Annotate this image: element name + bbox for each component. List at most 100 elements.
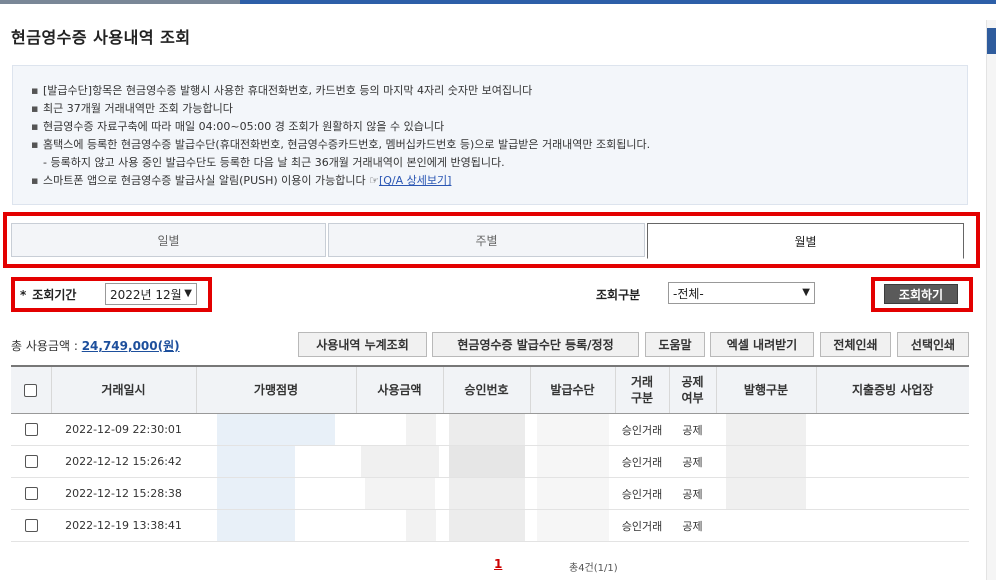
redacted-block — [405, 510, 436, 541]
result-count: 총4건(1/1) — [569, 563, 618, 574]
table-row: 2022-12-12 15:26:42 승인거래 공제 — [11, 445, 969, 478]
cell-method — [530, 477, 615, 510]
row-checkbox[interactable] — [24, 423, 38, 437]
redacted-block — [536, 478, 609, 509]
redacted-block — [217, 414, 335, 445]
redacted-block — [448, 414, 525, 445]
cell-amount — [356, 509, 443, 542]
print-selected-button[interactable]: 선택인쇄 — [897, 332, 969, 357]
tab-label: 일별 — [157, 233, 180, 248]
period-label-text: 조회기간 — [32, 288, 77, 302]
print-all-button[interactable]: 전체인쇄 — [820, 332, 891, 357]
transactions-table: 거래일시 가맹점명 사용금액 승인번호 발급수단 거래 구분 공제 여부 발행구… — [11, 365, 969, 542]
cell-approval — [443, 509, 530, 542]
search-button[interactable]: 조회하기 — [884, 284, 958, 304]
cell-type: 승인거래 — [615, 477, 669, 510]
page-1-link[interactable]: 1 — [494, 557, 502, 571]
cell-merchant — [196, 477, 356, 510]
type-select[interactable]: -전체- ▼ — [668, 282, 815, 304]
total-amount-value[interactable]: 24,749,000(원) — [82, 339, 180, 353]
notice-text: 최근 37개월 거래내역만 조회 가능합니다 — [43, 102, 233, 115]
cell-amount — [356, 445, 443, 478]
redacted-block — [726, 446, 806, 477]
notice-text: 홈택스에 등록한 현금영수증 발급수단(휴대전화번호, 현금영수증카드번호, 멤… — [43, 138, 651, 151]
page-title: 현금영수증 사용내역 조회 — [11, 28, 191, 47]
header-method: 발급수단 — [530, 365, 616, 414]
total-amount: 총 사용금액 : 24,749,000(원) — [11, 337, 180, 354]
top-nav-segment-left — [0, 0, 240, 4]
notice-item: ▪ 홈택스에 등록한 현금영수증 발급수단(휴대전화번호, 현금영수증카드번호, … — [31, 138, 651, 151]
redacted-block — [217, 446, 295, 477]
notice-item: ▪ 최근 37개월 거래내역만 조회 가능합니다 — [31, 102, 233, 115]
cell-method — [530, 445, 615, 478]
row-checkbox[interactable] — [24, 519, 38, 533]
select-all-checkbox[interactable] — [24, 384, 38, 397]
right-side-panel — [986, 20, 996, 580]
cell-issue — [716, 509, 816, 542]
cell-method — [530, 509, 615, 542]
notice-sub-text: - 등록하지 않고 사용 중인 발급수단도 등록한 다음 날 최근 36개월 거… — [43, 156, 505, 169]
cell-deduct: 공제 — [669, 445, 716, 478]
help-button[interactable]: 도움말 — [645, 332, 705, 357]
cell-issue — [716, 413, 816, 446]
redacted-block — [536, 510, 609, 541]
redacted-block — [726, 478, 806, 509]
tab-label: 주별 — [475, 233, 498, 248]
cell-approval — [443, 477, 530, 510]
cell-type: 승인거래 — [615, 413, 669, 446]
chevron-down-icon: ▼ — [184, 288, 192, 299]
cell-biz — [816, 509, 969, 542]
header-merchant: 가맹점명 — [196, 365, 357, 414]
row-checkbox-cell — [11, 477, 51, 510]
side-panel-marker[interactable] — [987, 28, 996, 54]
total-label: 총 사용금액 : — [11, 339, 78, 353]
top-nav-segment-right — [240, 0, 996, 4]
redacted-block — [364, 478, 435, 509]
header-amount: 사용금액 — [356, 365, 444, 414]
cell-approval — [443, 445, 530, 478]
top-nav-bar — [0, 0, 996, 4]
period-select-value: 2022년 12월 — [110, 287, 182, 302]
cell-deduct: 공제 — [669, 413, 716, 446]
cell-datetime: 2022-12-09 22:30:01 — [51, 413, 196, 446]
row-checkbox[interactable] — [24, 455, 38, 469]
header-datetime: 거래일시 — [51, 365, 197, 414]
period-label: * 조회기간 — [20, 288, 77, 302]
chevron-down-icon: ▼ — [802, 287, 810, 298]
cumulative-view-button[interactable]: 사용내역 누계조회 — [298, 332, 427, 357]
qa-detail-link[interactable]: [Q/A 상세보기] — [379, 174, 451, 187]
tab-daily[interactable]: 일별 — [11, 223, 326, 257]
cell-deduct: 공제 — [669, 509, 716, 542]
redacted-block — [448, 446, 525, 477]
redacted-block — [405, 414, 436, 445]
table-row: 2022-12-09 22:30:01 승인거래 공제 — [11, 413, 969, 446]
period-select[interactable]: 2022년 12월 ▼ — [105, 283, 197, 305]
cell-merchant — [196, 413, 356, 446]
header-type: 거래 구분 — [615, 365, 670, 414]
type-label: 조회구분 — [596, 288, 641, 302]
cell-issue — [716, 477, 816, 510]
cell-biz — [816, 477, 969, 510]
cell-biz — [816, 413, 969, 446]
redacted-block — [448, 478, 525, 509]
notice-text: 현금영수증 자료구축에 따라 매일 04:00~05:00 경 조회가 원활하지… — [43, 120, 445, 133]
cell-merchant — [196, 445, 356, 478]
cell-amount — [356, 413, 443, 446]
notice-sub-item: - 등록하지 않고 사용 중인 발급수단도 등록한 다음 날 최근 36개월 거… — [31, 154, 967, 172]
row-checkbox[interactable] — [24, 487, 38, 501]
notice-item: ▪ 현금영수증 자료구축에 따라 매일 04:00~05:00 경 조회가 원활하… — [31, 120, 445, 133]
cell-deduct: 공제 — [669, 477, 716, 510]
cell-datetime: 2022-12-12 15:28:38 — [51, 477, 196, 510]
excel-download-button[interactable]: 엑셀 내려받기 — [710, 332, 814, 357]
cell-type: 승인거래 — [615, 445, 669, 478]
register-method-button[interactable]: 현금영수증 발급수단 등록/정정 — [432, 332, 639, 357]
notice-item: ▪ 스마트폰 앱으로 현금영수증 발급사실 알림(PUSH) 이용이 가능합니다 … — [31, 174, 452, 187]
tab-weekly[interactable]: 주별 — [328, 223, 645, 257]
table-header-row: 거래일시 가맹점명 사용금액 승인번호 발급수단 거래 구분 공제 여부 발행구… — [11, 365, 969, 414]
cell-datetime: 2022-12-19 13:38:41 — [51, 509, 196, 542]
row-checkbox-cell — [11, 413, 51, 446]
tab-monthly[interactable]: 월별 — [647, 223, 964, 259]
cell-datetime: 2022-12-12 15:26:42 — [51, 445, 196, 478]
header-deduct: 공제 여부 — [669, 365, 717, 414]
redacted-block — [536, 414, 609, 445]
